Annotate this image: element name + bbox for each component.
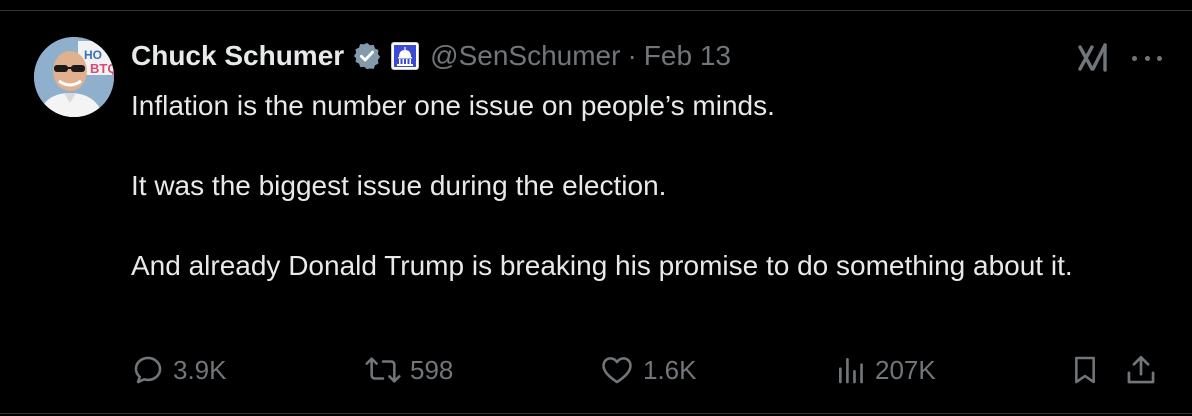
more-icon[interactable] [1130,44,1164,72]
reply-count: 3.9K [173,354,227,385]
share-icon [1127,355,1155,384]
reply-icon [134,356,162,384]
tweet-actions: 3.9K 598 1.6K 207K [131,350,1171,390]
repost-count: 598 [410,354,454,385]
grok-icon[interactable] [1077,42,1111,74]
views-button[interactable]: 207K [835,350,936,390]
tweet-paragraph: Inflation is the number one issue on peo… [131,90,775,121]
more-dot [1157,55,1162,61]
separator-dot: · [627,40,637,71]
svg-text:HO: HO [84,48,102,62]
views-count: 207K [875,354,936,385]
reply-button[interactable]: 3.9K [131,350,227,390]
share-button[interactable] [1123,350,1159,390]
avatar-photo: HO BTQ [34,37,114,117]
more-dot [1132,55,1137,61]
views-icon [839,358,863,384]
repost-icon [365,357,401,383]
svg-text:BTQ: BTQ [90,61,114,76]
bookmark-button[interactable] [1069,350,1101,390]
capitol-building-icon[interactable] [391,42,420,70]
like-icon [602,357,632,384]
tweet-header: Chuck Schumer @SenSchumer · Feb 13 [131,36,731,76]
verified-badge-icon [352,41,382,71]
author-handle[interactable]: @SenSchumer [430,40,620,72]
tweet-paragraph: It was the biggest issue during the elec… [131,170,667,201]
more-dot [1144,55,1150,61]
tweet-paragraph [131,206,1161,246]
tweet-paragraph: And already Donald Trump is breaking his… [131,250,1073,281]
tweet-text: Inflation is the number one issue on peo… [131,86,1161,286]
tweet-date[interactable]: Feb 13 [644,40,731,72]
author-name[interactable]: Chuck Schumer [131,40,344,72]
like-button[interactable]: 1.6K [599,350,697,390]
repost-button[interactable]: 598 [364,350,453,390]
avatar[interactable]: HO BTQ [34,37,114,117]
like-count: 1.6K [643,354,697,385]
tweet-paragraph [131,126,1161,166]
bookmark-icon [1075,356,1095,384]
